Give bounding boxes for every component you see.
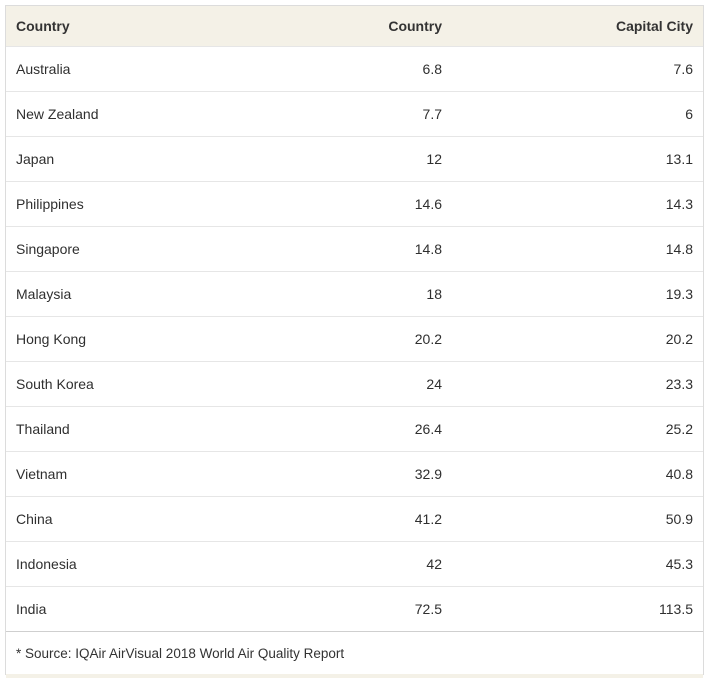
table-bottom-bar	[6, 674, 703, 678]
cell-capital-value: 25.2	[665, 421, 693, 437]
cell-country-value: 72.5	[414, 601, 442, 617]
table-row: Singapore 14.8 14.8	[6, 226, 703, 271]
cell-capital-value: 20.2	[665, 331, 693, 347]
header-country: Country	[16, 18, 70, 34]
cell-country-name: New Zealand	[16, 106, 99, 122]
table-row: Japan 12 13.1	[6, 136, 703, 181]
cell-country-value: 42	[426, 556, 442, 572]
cell-country-name: Vietnam	[16, 466, 68, 482]
table-row: Hong Kong 20.2 20.2	[6, 316, 703, 361]
header-capital-city: Capital City	[615, 18, 693, 34]
table-row: South Korea 24 23.3	[6, 361, 703, 406]
cell-country-name: Thailand	[16, 421, 70, 437]
cell-country-name: Indonesia	[16, 556, 77, 572]
cell-country-value: 18	[426, 286, 442, 302]
cell-country-name: India	[16, 601, 47, 617]
cell-country-value: 41.2	[414, 511, 442, 527]
cell-capital-value: 6	[685, 106, 693, 122]
table-footnote: * Source: IQAir AirVisual 2018 World Air…	[6, 631, 703, 674]
cell-capital-value: 7.6	[673, 61, 693, 77]
table-row: Indonesia 42 45.3	[6, 541, 703, 586]
cell-country-name: Australia	[16, 61, 71, 77]
cell-country-value: 32.9	[414, 466, 442, 482]
cell-country-name: Hong Kong	[16, 331, 87, 347]
data-table: Country Country Capital City Australia 6…	[5, 5, 704, 678]
cell-country-value: 26.4	[414, 421, 442, 437]
table-row: New Zealand 7.7 6	[6, 91, 703, 136]
table-row: Australia 6.8 7.6	[6, 46, 703, 91]
table-row: India 72.5 113.5	[6, 586, 703, 631]
cell-country-value: 6.8	[422, 61, 442, 77]
cell-country-name: Malaysia	[16, 286, 72, 302]
cell-country-value: 12	[426, 151, 442, 167]
cell-country-value: 14.6	[414, 196, 442, 212]
cell-country-name: Singapore	[16, 241, 80, 257]
cell-capital-value: 14.8	[665, 241, 693, 257]
cell-capital-value: 113.5	[659, 601, 693, 617]
cell-capital-value: 45.3	[665, 556, 693, 572]
cell-capital-value: 13.1	[665, 151, 693, 167]
table-header-row: Country Country Capital City	[6, 6, 703, 46]
header-country-value: Country	[388, 18, 442, 34]
cell-country-value: 7.7	[422, 106, 442, 122]
cell-country-name: Japan	[16, 151, 55, 167]
cell-capital-value: 50.9	[665, 511, 693, 527]
cell-country-name: Philippines	[16, 196, 84, 212]
cell-capital-value: 14.3	[665, 196, 693, 212]
table-row: Vietnam 32.9 40.8	[6, 451, 703, 496]
cell-capital-value: 23.3	[665, 376, 693, 392]
cell-capital-value: 40.8	[665, 466, 693, 482]
cell-country-name: South Korea	[16, 376, 94, 392]
cell-country-value: 24	[426, 376, 442, 392]
table-row: China 41.2 50.9	[6, 496, 703, 541]
cell-capital-value: 19.3	[665, 286, 693, 302]
cell-country-value: 20.2	[414, 331, 442, 347]
table-row: Philippines 14.6 14.3	[6, 181, 703, 226]
table-row: Malaysia 18 19.3	[6, 271, 703, 316]
cell-country-name: China	[16, 511, 53, 527]
cell-country-value: 14.8	[414, 241, 442, 257]
table-row: Thailand 26.4 25.2	[6, 406, 703, 451]
